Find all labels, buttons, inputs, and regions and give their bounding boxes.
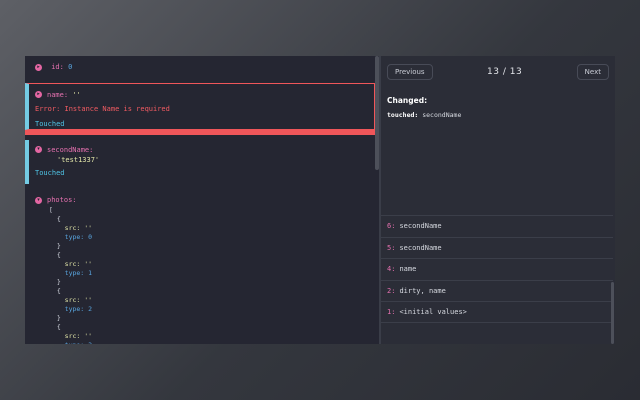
- code-line: type: 1: [49, 269, 93, 277]
- history-label: secondName: [399, 243, 442, 252]
- field-second-name: ▾ secondName: 'test1337' Touched: [25, 140, 375, 184]
- history-index: 4:: [387, 265, 396, 274]
- changed-row: touched: secondName: [387, 111, 609, 119]
- code-line: src: '': [49, 332, 93, 340]
- field-key: photos:: [47, 196, 77, 204]
- field-status: Touched: [35, 169, 65, 177]
- history-label: name: [399, 265, 417, 274]
- code-line: src: '': [49, 296, 93, 304]
- history-list: 6: secondName 5: secondName 4: name 2: d…: [381, 215, 613, 323]
- code-line: {: [49, 215, 61, 223]
- code-line: src: '': [49, 260, 93, 268]
- history-item[interactable]: 4: name: [381, 258, 613, 280]
- error-highlight-bar: [25, 130, 375, 135]
- history-index: 1:: [387, 307, 396, 316]
- history-label: <initial values>: [399, 307, 467, 316]
- field-status: Touched: [35, 120, 65, 128]
- code-line: {: [49, 251, 61, 259]
- field-photos: ▾ photos: [ { src: '' type: 0 } { src: '…: [25, 192, 375, 344]
- changed-value: secondName: [422, 111, 462, 119]
- history-label: secondName: [399, 222, 442, 231]
- field-key: id:: [51, 63, 64, 71]
- field-error: Error: Instance Name is required: [35, 105, 170, 113]
- code-line: {: [49, 287, 61, 295]
- history-item[interactable]: 5: secondName: [381, 236, 613, 259]
- field-value: 'test1337': [57, 156, 100, 164]
- code-line: type: 2: [49, 305, 93, 313]
- history-item[interactable]: 6: secondName: [381, 215, 613, 237]
- changed-title: Changed:: [387, 96, 428, 105]
- chevron-down-icon[interactable]: ▾: [35, 196, 42, 204]
- code-line: }: [49, 278, 61, 286]
- changed-section: Changed: touched: secondName: [381, 88, 615, 127]
- history-item[interactable]: 2: dirty, name: [381, 279, 613, 302]
- history-index: 6:: [387, 222, 396, 231]
- form-debugger-window: ▸ id: 0 ▸ name: '' Error: Instance Name …: [25, 56, 615, 344]
- changed-label: touched:: [387, 111, 419, 119]
- history-index: 2:: [387, 286, 396, 295]
- field-name: ▸ name: '' Error: Instance Name is requi…: [25, 83, 375, 130]
- history-nav: Previous 13 / 13 Next: [381, 56, 615, 88]
- step-counter: 13 / 13: [487, 67, 523, 77]
- field-key: secondName:: [47, 145, 94, 154]
- field-key: name:: [47, 90, 69, 99]
- chevron-right-icon[interactable]: ▸: [35, 63, 42, 71]
- field-value: 0: [68, 63, 73, 71]
- history-label: dirty, name: [399, 286, 446, 295]
- field-id: ▸ id: 0: [25, 56, 379, 82]
- code-line: type: 3: [49, 341, 365, 344]
- history-index: 5:: [387, 243, 396, 252]
- field-value: '': [72, 90, 81, 99]
- right-scrollbar[interactable]: [611, 282, 614, 344]
- next-button[interactable]: Next: [576, 64, 609, 80]
- code-line: [: [49, 206, 53, 214]
- previous-button[interactable]: Previous: [387, 64, 433, 80]
- photos-array: [ { src: '' type: 0 } { src: '' type: 1 …: [35, 206, 365, 344]
- chevron-down-icon[interactable]: ▾: [35, 146, 42, 153]
- code-line: {: [49, 323, 61, 331]
- code-line: }: [49, 242, 61, 250]
- form-state-panel: ▸ id: 0 ▸ name: '' Error: Instance Name …: [25, 56, 379, 344]
- code-line: src: '': [49, 224, 93, 232]
- code-line: }: [49, 314, 61, 322]
- chevron-right-icon[interactable]: ▸: [35, 91, 42, 98]
- left-scrollbar[interactable]: [375, 56, 379, 170]
- history-item[interactable]: 1: <initial values>: [381, 301, 613, 323]
- history-panel: Previous 13 / 13 Next Changed: touched: …: [381, 56, 615, 344]
- code-line: type: 0: [49, 233, 93, 241]
